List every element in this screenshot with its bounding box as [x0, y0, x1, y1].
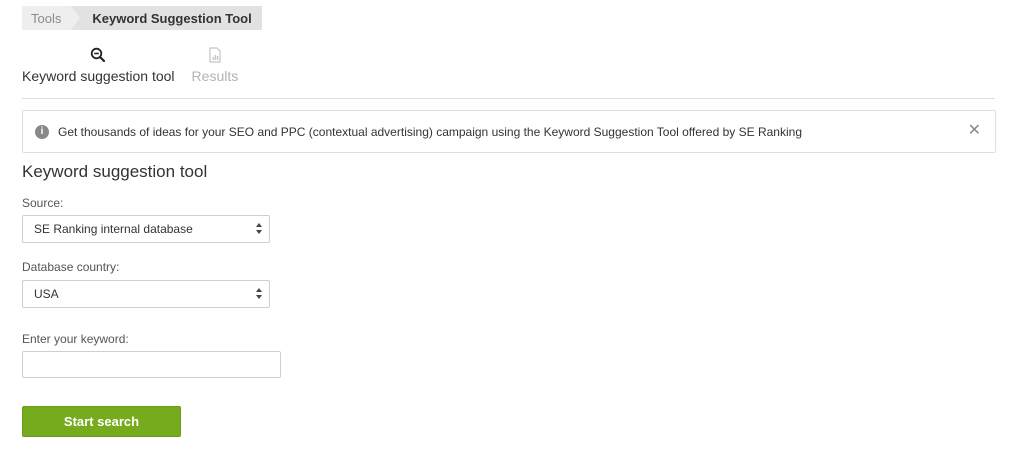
- country-label: Database country:: [22, 260, 120, 274]
- form-title: Keyword suggestion tool: [22, 162, 208, 181]
- breadcrumb-current-label: Keyword Suggestion Tool: [92, 10, 252, 26]
- close-icon[interactable]: ✕: [968, 123, 981, 139]
- source-label: Source:: [22, 196, 64, 210]
- breadcrumb-tools-label: Tools: [31, 10, 62, 26]
- search-zoom-icon: [90, 44, 106, 66]
- select-arrows-icon: [256, 223, 262, 234]
- source-select-value: SE Ranking internal database: [34, 222, 193, 236]
- tool-tabs: Keyword suggestion tool Results: [22, 44, 255, 84]
- breadcrumb-separator: [71, 6, 81, 30]
- tab-keyword-suggestion-tool[interactable]: Keyword suggestion tool: [22, 44, 175, 84]
- tab-results-label: Results: [191, 68, 239, 84]
- tab-results[interactable]: Results: [191, 44, 239, 84]
- info-banner: i Get thousands of ideas for your SEO an…: [22, 110, 996, 153]
- breadcrumb-item-current: Keyword Suggestion Tool: [80, 6, 262, 30]
- breadcrumb: Tools Keyword Suggestion Tool: [22, 6, 262, 30]
- document-chart-icon: [208, 44, 222, 66]
- info-icon: i: [35, 124, 49, 139]
- keyword-label: Enter your keyword:: [22, 332, 129, 346]
- keyword-input[interactable]: [22, 351, 281, 378]
- source-select[interactable]: SE Ranking internal database: [22, 215, 270, 243]
- breadcrumb-item-tools[interactable]: Tools: [22, 6, 72, 30]
- tabs-divider: [22, 98, 995, 99]
- select-arrows-icon: [256, 288, 262, 299]
- tab-keyword-suggestion-label: Keyword suggestion tool: [22, 68, 175, 84]
- start-search-button[interactable]: Start search: [22, 406, 181, 437]
- country-select-value: USA: [34, 287, 59, 301]
- country-select[interactable]: USA: [22, 280, 270, 308]
- info-banner-text: Get thousands of ideas for your SEO and …: [58, 124, 802, 139]
